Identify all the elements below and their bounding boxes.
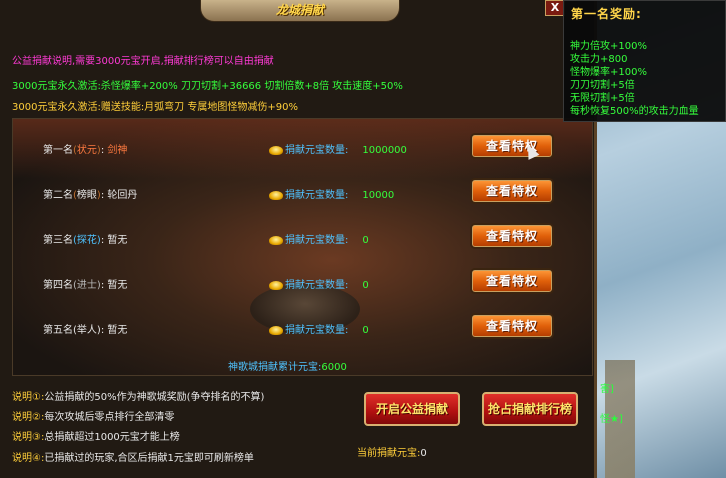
rank-player: 暂无 — [107, 235, 128, 246]
rank-label: 第五名(举人): 暂无 — [43, 325, 128, 336]
view-privilege-button-4[interactable]: 查看特权 — [470, 268, 554, 294]
rank-amount: 捐献元宝数量: 0 — [269, 231, 369, 246]
rank-row-1: 第一名(状元): 剑神 捐献元宝数量: 1000000 查看特权 — [13, 129, 592, 167]
map-npc-label-2[interactable]: 怪★] — [600, 410, 623, 425]
tooltip-item: 每秒恢复500%的攻击力血量 — [570, 106, 699, 117]
ingot-icon — [269, 190, 283, 200]
intro-line-2: 3000元宝永久激活:杀怪爆率+200% 刀刀切割+36666 切割倍数+8倍 … — [12, 81, 403, 92]
map-npc-label-1[interactable]: 害] — [600, 380, 614, 395]
rank-player: 剑神 — [107, 145, 128, 156]
view-privilege-button-1[interactable]: 查看特权 — [470, 133, 554, 159]
rank-row-3: 第三名(探花): 暂无 捐献元宝数量: 0 查看特权 — [13, 219, 592, 257]
note-4: 说明④:已捐献过的玩家,合区后捐献1元宝即可刷新榜单 — [12, 453, 254, 464]
panel-title-bar: 龙城捐献 — [200, 0, 400, 22]
total-donation: 神歌城捐献累计元宝:6000 — [228, 362, 347, 373]
tooltip-title: 第一名奖励: — [571, 7, 642, 21]
rank-amount: 捐献元宝数量: 10000 — [269, 186, 394, 201]
ingot-icon — [269, 145, 283, 155]
ingot-icon — [269, 325, 283, 335]
ingot-icon — [269, 280, 283, 290]
view-privilege-button-5[interactable]: 查看特权 — [470, 313, 554, 339]
intro-line-3: 3000元宝永久激活:赠送技能:月弧弯刀 专属地图怪物减伤+90% — [12, 102, 298, 113]
panel-title: 龙城捐献 — [275, 3, 324, 17]
rank-label: 第三名(探花): 暂无 — [43, 235, 128, 246]
note-2: 说明②:每次攻城后零点排行全部清零 — [12, 412, 175, 423]
rank-player: 暂无 — [107, 325, 128, 336]
rank-amount: 捐献元宝数量: 1000000 — [269, 141, 407, 156]
rank-player: 轮回丹 — [107, 190, 138, 201]
rank-player: 暂无 — [107, 280, 128, 291]
donation-panel: 龙城捐献 X 公益捐献说明,需要3000元宝开启,捐献排行榜可以自由捐献 300… — [0, 0, 597, 478]
close-button[interactable]: X — [545, 0, 565, 16]
ranking-board: 第一名(状元): 剑神 捐献元宝数量: 1000000 查看特权 第二名(榜眼):… — [12, 118, 593, 376]
rank-amount: 捐献元宝数量: 0 — [269, 276, 369, 291]
view-privilege-button-3[interactable]: 查看特权 — [470, 223, 554, 249]
rank-label: 第四名(进士): 暂无 — [43, 280, 128, 291]
reward-tooltip: 第一名奖励: 神力倍攻+100% 攻击力+800 怪物爆率+100% 刀刀切割+… — [563, 0, 726, 122]
rank-row-5: 第五名(举人): 暂无 捐献元宝数量: 0 查看特权 — [13, 309, 592, 347]
rank-label: 第一名(状元): 剑神 — [43, 145, 128, 156]
note-3: 说明③:总捐献超过1000元宝才能上榜 — [12, 432, 180, 443]
current-donation: 当前捐献元宝:0 — [357, 448, 427, 459]
rank-row-4: 第四名(进士): 暂无 捐献元宝数量: 0 查看特权 — [13, 264, 592, 302]
ingot-icon — [269, 235, 283, 245]
rank-donation-button[interactable]: 抢占捐献排行榜 — [482, 392, 578, 426]
rank-amount: 捐献元宝数量: 0 — [269, 321, 369, 336]
note-1: 说明①:公益捐献的50%作为神歌城奖励(争夺排名的不算) — [12, 392, 265, 403]
open-donation-button[interactable]: 开启公益捐献 — [364, 392, 460, 426]
rank-row-2: 第二名(榜眼): 轮回丹 捐献元宝数量: 10000 查看特权 — [13, 174, 592, 212]
intro-line-1: 公益捐献说明,需要3000元宝开启,捐献排行榜可以自由捐献 — [12, 56, 274, 67]
view-privilege-button-2[interactable]: 查看特权 — [470, 178, 554, 204]
rank-label: 第二名(榜眼): 轮回丹 — [43, 190, 138, 201]
